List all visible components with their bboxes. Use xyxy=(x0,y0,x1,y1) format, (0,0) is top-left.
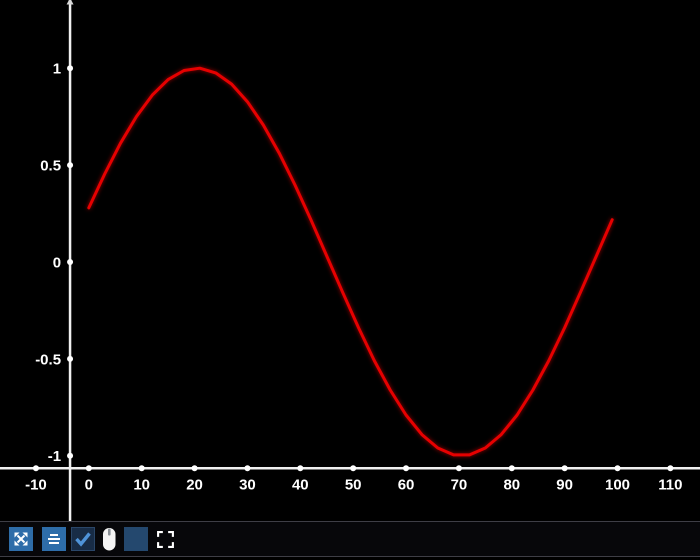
x-tick-dot xyxy=(244,465,250,471)
x-tick-label: 20 xyxy=(186,476,203,493)
x-tick-label: 0 xyxy=(85,476,93,493)
y-tick-label: 0.5 xyxy=(40,158,61,175)
plot-area[interactable]: -10 0 10 20 30 40 50 60 70 80 90 100 110 -1 -0.5 0 0.5 1 xyxy=(0,0,700,521)
lines-tool-button[interactable] xyxy=(42,527,66,551)
x-tick-dot xyxy=(509,465,515,471)
x-tick-dot xyxy=(562,465,568,471)
mouse-icon xyxy=(99,527,119,552)
y-tick-dot xyxy=(67,453,73,459)
mouse-tool-button[interactable] xyxy=(97,527,121,551)
y-tick-label: -1 xyxy=(48,448,61,465)
x-tick-label: 90 xyxy=(556,476,573,493)
y-tick-dot xyxy=(67,356,73,362)
x-tick-label: 60 xyxy=(398,476,415,493)
x-tick-label: 40 xyxy=(292,476,309,493)
x-tick-dot xyxy=(86,465,92,471)
x-tick-label: 50 xyxy=(345,476,362,493)
fullscreen-button[interactable] xyxy=(153,527,177,551)
x-tick-label: 10 xyxy=(133,476,150,493)
checkbox-tool-button[interactable] xyxy=(71,527,95,551)
x-tick-dot xyxy=(297,465,303,471)
x-tick-dot xyxy=(139,465,145,471)
x-tick-label: 70 xyxy=(451,476,468,493)
x-tick-dot xyxy=(403,465,409,471)
x-tick-label: 100 xyxy=(605,476,630,493)
x-tick-dot xyxy=(192,465,198,471)
move-tool-button[interactable] xyxy=(9,527,33,551)
x-tick-label: 80 xyxy=(503,476,520,493)
x-tick-dot xyxy=(350,465,356,471)
x-tick-label: -10 xyxy=(25,476,47,493)
x-tick-dot xyxy=(667,465,673,471)
fullscreen-corners-icon xyxy=(156,530,175,549)
x-tick-label: 30 xyxy=(239,476,256,493)
y-tick-dot xyxy=(67,65,73,71)
x-tick-dot xyxy=(615,465,621,471)
x-tick-dot xyxy=(33,465,39,471)
sine-wave-curve xyxy=(89,68,612,455)
plot-canvas[interactable]: -10 0 10 20 30 40 50 60 70 80 90 100 110 -1 -0.5 0 0.5 1 xyxy=(0,0,700,521)
y-axis-arrow xyxy=(67,0,74,5)
y-tick-label: 0 xyxy=(53,254,61,271)
align-lines-icon xyxy=(46,531,62,547)
y-tick-label: -0.5 xyxy=(35,351,61,368)
x-tick-dot xyxy=(456,465,462,471)
y-tick-label: 1 xyxy=(53,61,61,78)
swatch-button[interactable] xyxy=(124,527,148,551)
checkbox-checked-icon xyxy=(72,528,94,550)
move-arrows-icon xyxy=(13,531,29,547)
y-tick-dot xyxy=(67,162,73,168)
bottom-toolbar xyxy=(0,521,700,557)
x-tick-label: 110 xyxy=(658,476,682,493)
y-tick-dot xyxy=(67,259,73,265)
